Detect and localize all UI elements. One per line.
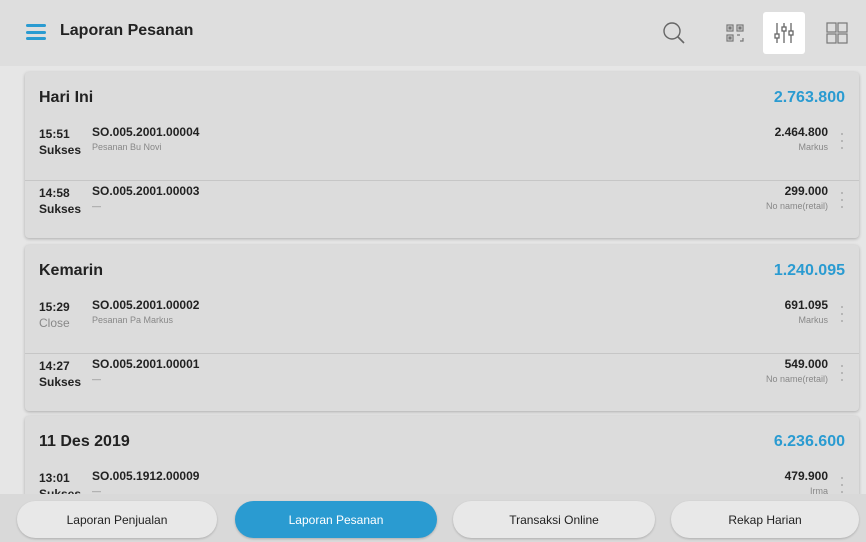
more-options-icon[interactable]: [837, 189, 847, 211]
order-customer: Markus: [798, 142, 828, 152]
order-row[interactable]: 14:27 Sukses SO.005.2001.00001 — 549.000…: [25, 353, 859, 411]
group-total: 2.763.800: [773, 89, 845, 106]
tab-laporan-penjualan[interactable]: Laporan Penjualan: [17, 501, 217, 538]
order-amount: 2.464.800: [774, 125, 828, 139]
order-row[interactable]: 14:58 Sukses SO.005.2001.00003 — 299.000…: [25, 180, 859, 238]
order-status: Sukses: [39, 375, 82, 389]
tab-transaksi-online[interactable]: Transaksi Online: [453, 501, 655, 538]
order-note: —: [92, 374, 101, 384]
more-options-icon[interactable]: [837, 130, 847, 152]
group-date: 11 Des 2019: [39, 433, 130, 450]
order-row[interactable]: 15:29 Close SO.005.2001.00002 Pesanan Pa…: [25, 295, 859, 353]
order-status: Sukses: [39, 202, 82, 216]
order-amount: 691.095: [784, 298, 828, 312]
page-title: Laporan Pesanan: [60, 22, 194, 39]
group-header: Hari Ini 2.763.800: [25, 72, 859, 122]
group-total: 1.240.095: [773, 262, 845, 279]
order-group-card: Kemarin 1.240.095 15:29 Close SO.005.200…: [25, 245, 859, 411]
order-note: Pesanan Bu Novi: [92, 142, 162, 152]
grid-icon[interactable]: [816, 12, 858, 54]
order-customer: No name(retail): [765, 201, 828, 211]
group-total: 6.236.600: [773, 433, 845, 450]
order-customer: Markus: [798, 315, 828, 325]
order-note: —: [92, 201, 101, 211]
more-options-icon[interactable]: [837, 303, 847, 325]
order-time: 14:58: [39, 186, 70, 200]
group-date: Hari Ini: [39, 89, 94, 106]
order-number: SO.005.2001.00002: [92, 298, 200, 312]
group-header: 11 Des 2019 6.236.600: [25, 416, 859, 466]
order-amount: 299.000: [784, 184, 828, 198]
order-group-card: Hari Ini 2.763.800 15:51 Sukses SO.005.2…: [25, 72, 859, 238]
order-number: SO.005.2001.00003: [92, 184, 200, 198]
app-header: Laporan Pesanan: [0, 0, 866, 66]
order-number: SO.005.1912.00009: [92, 469, 200, 483]
scan-icon[interactable]: [714, 12, 756, 54]
menu-icon[interactable]: [26, 24, 46, 40]
filter-sliders-icon[interactable]: [763, 12, 805, 54]
tab-laporan-pesanan[interactable]: Laporan Pesanan: [235, 501, 437, 538]
order-note: Pesanan Pa Markus: [92, 315, 174, 325]
order-list: Hari Ini 2.763.800 15:51 Sukses SO.005.2…: [0, 66, 866, 542]
order-amount: 549.000: [784, 357, 828, 371]
bottom-tab-bar: Laporan Penjualan Laporan Pesanan Transa…: [0, 494, 866, 542]
order-status: Sukses: [39, 143, 82, 157]
order-number: SO.005.2001.00001: [92, 357, 200, 371]
order-time: 14:27: [39, 359, 70, 373]
group-date: Kemarin: [39, 262, 104, 279]
tab-rekap-harian[interactable]: Rekap Harian: [671, 501, 859, 538]
order-amount: 479.900: [784, 469, 828, 483]
order-customer: No name(retail): [765, 374, 828, 384]
search-icon[interactable]: [653, 12, 695, 54]
order-status: Close: [39, 316, 70, 330]
order-row[interactable]: 15:51 Sukses SO.005.2001.00004 Pesanan B…: [25, 122, 859, 180]
group-header: Kemarin 1.240.095: [25, 245, 859, 295]
more-options-icon[interactable]: [837, 474, 847, 496]
order-number: SO.005.2001.00004: [92, 125, 200, 139]
order-time: 15:51: [39, 127, 70, 141]
more-options-icon[interactable]: [837, 362, 847, 384]
order-time: 13:01: [39, 471, 70, 485]
order-time: 15:29: [39, 300, 70, 314]
